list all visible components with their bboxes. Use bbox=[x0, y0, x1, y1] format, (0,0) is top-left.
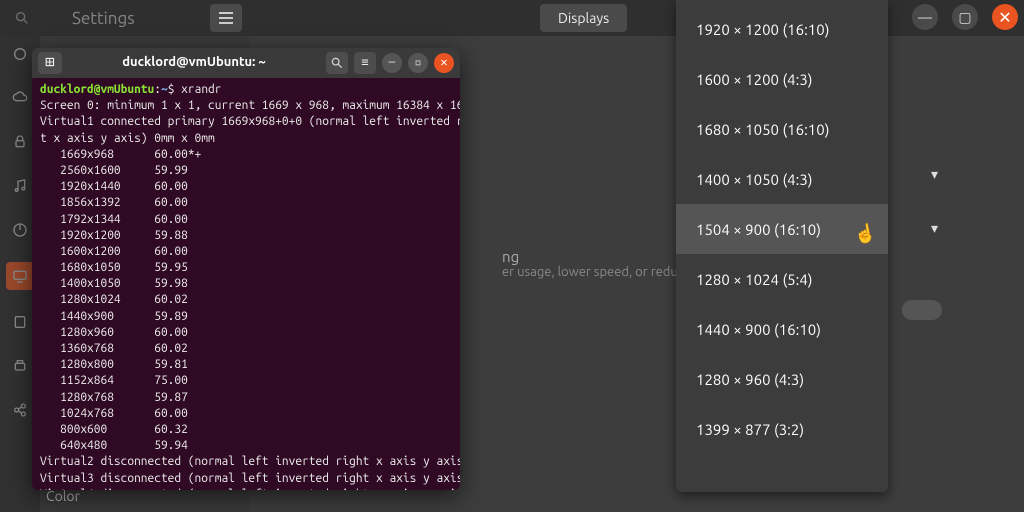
sidebar-item[interactable] bbox=[8, 42, 32, 66]
sidebar-item[interactable] bbox=[8, 174, 32, 198]
terminal-maximize-button[interactable]: ▫ bbox=[408, 53, 428, 73]
terminal-close-button[interactable]: ✕ bbox=[434, 53, 454, 73]
terminal-titlebar[interactable]: ⊞ ducklord@vmUbuntu: ~ ≡ — ▫ ✕ bbox=[32, 48, 460, 78]
resolution-option[interactable]: 1680 × 1050 (16:10) bbox=[676, 104, 888, 154]
hamburger-button[interactable] bbox=[210, 4, 242, 32]
window-minimize-button[interactable]: — bbox=[912, 4, 938, 30]
cursor-pointer-icon: ☝️ bbox=[852, 222, 878, 247]
window-maximize-button[interactable]: ▢ bbox=[952, 4, 978, 30]
sidebar-item[interactable] bbox=[8, 130, 32, 154]
new-tab-button[interactable]: ⊞ bbox=[38, 52, 62, 74]
toggle-switch[interactable] bbox=[902, 300, 942, 320]
terminal-body[interactable]: ducklord@vmUbuntu:~$ xrandr Screen 0: mi… bbox=[32, 78, 460, 490]
sidebar-bottom-label[interactable]: Color bbox=[46, 488, 80, 504]
chevron-down-icon[interactable]: ▾ bbox=[931, 220, 938, 237]
sidebar-item[interactable] bbox=[8, 398, 32, 422]
search-icon[interactable] bbox=[8, 4, 36, 32]
sidebar-item[interactable] bbox=[8, 354, 32, 378]
resolution-option[interactable]: 1400 × 1050 (4:3) bbox=[676, 154, 888, 204]
terminal-menu-button[interactable]: ≡ bbox=[354, 52, 376, 74]
terminal-search-button[interactable] bbox=[326, 52, 348, 74]
sidebar-item[interactable] bbox=[8, 218, 32, 242]
resolution-option[interactable]: 1600 × 1200 (4:3) bbox=[676, 54, 888, 104]
resolution-option[interactable]: 1280 × 960 (4:3) bbox=[676, 354, 888, 404]
terminal-window: ⊞ ducklord@vmUbuntu: ~ ≡ — ▫ ✕ ducklord@… bbox=[32, 48, 460, 490]
sidebar-item[interactable] bbox=[8, 310, 32, 334]
resolution-option[interactable]: 1440 × 900 (16:10) bbox=[676, 304, 888, 354]
sidebar-item-displays[interactable] bbox=[6, 262, 34, 290]
window-controls: — ▢ ✕ bbox=[912, 4, 1018, 30]
window-close-button[interactable]: ✕ bbox=[992, 4, 1018, 30]
resolution-option[interactable]: 1399 × 877 (3:2) bbox=[676, 404, 888, 454]
resolution-option[interactable]: 1920 × 1200 (16:10) bbox=[676, 4, 888, 54]
displays-tab[interactable]: Displays bbox=[540, 4, 627, 32]
sidebar-item[interactable] bbox=[8, 86, 32, 110]
chevron-down-icon[interactable]: ▾ bbox=[931, 166, 938, 183]
resolution-option[interactable]: 1280 × 1024 (5:4) bbox=[676, 254, 888, 304]
terminal-minimize-button[interactable]: — bbox=[382, 53, 402, 73]
settings-title: Settings bbox=[72, 9, 135, 28]
terminal-title: ducklord@vmUbuntu: ~ bbox=[122, 54, 266, 72]
